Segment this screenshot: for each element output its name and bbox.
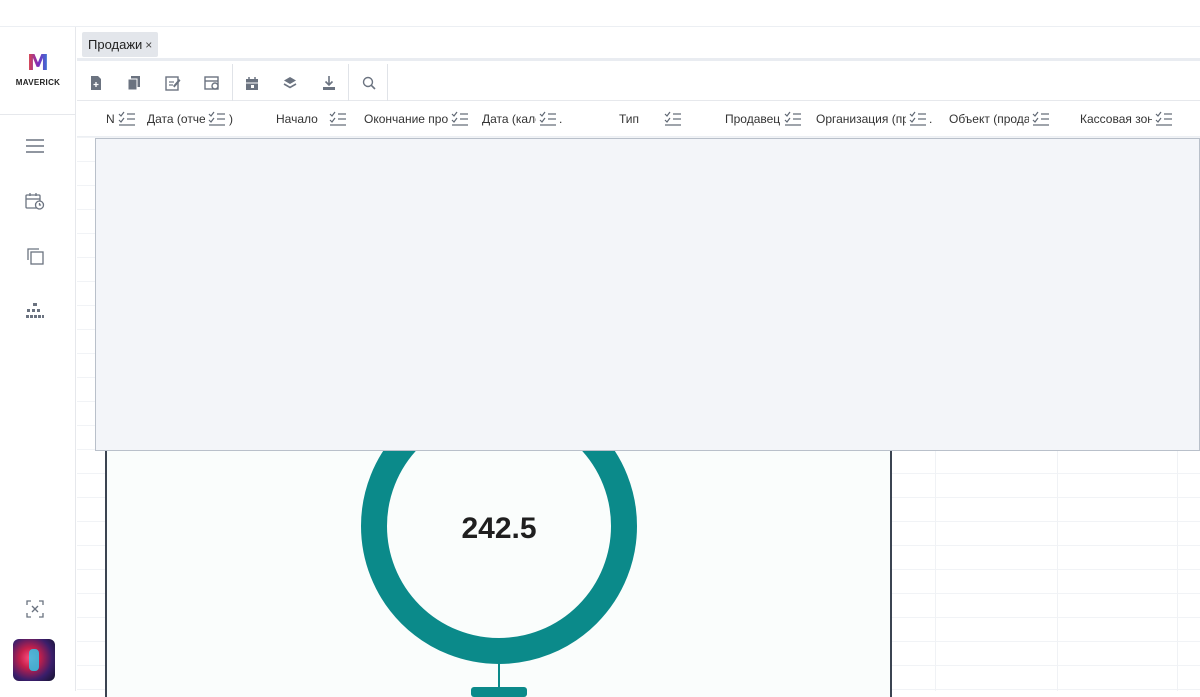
filter-icon[interactable] [208, 111, 226, 127]
search-icon[interactable] [358, 72, 380, 94]
edit-document-icon[interactable] [162, 72, 184, 94]
sidebar: M MAVERICK [0, 27, 76, 691]
calendar-icon[interactable] [241, 72, 263, 94]
column-header-organization[interactable]: Организация (пр . [816, 101, 932, 137]
filter-icon[interactable] [784, 111, 802, 127]
top-bar [0, 0, 1200, 27]
column-label: Продавец [725, 112, 781, 126]
column-suffix: ) [229, 112, 233, 126]
column-header-report-date[interactable]: Дата (отче ) [147, 101, 233, 137]
column-label: Начало [276, 112, 318, 126]
download-icon[interactable] [318, 72, 340, 94]
filter-icon[interactable] [1032, 111, 1050, 127]
filter-icon[interactable] [1155, 111, 1173, 127]
document-settings-icon[interactable] [201, 72, 223, 94]
toolbar [77, 64, 1200, 101]
logo-text: MAVERICK [15, 78, 61, 87]
column-suffix: . [929, 112, 933, 126]
layers-icon[interactable] [279, 72, 301, 94]
column-header-seller[interactable]: Продавец [725, 101, 802, 137]
main-area: Продажи × N Дата (отче) Начало Окончани… [77, 27, 1200, 697]
logo-mark: M [27, 51, 49, 76]
column-label: Дата (отче [147, 112, 205, 126]
exit-fullscreen-icon[interactable] [24, 598, 46, 620]
toolbar-divider [232, 64, 233, 101]
column-label: N [106, 112, 115, 126]
menu-icon[interactable] [24, 135, 46, 157]
column-label: Объект (прода [949, 112, 1029, 126]
column-label: Тип [619, 112, 640, 126]
tab-label: Продажи [88, 37, 143, 52]
gauge-foot [471, 687, 527, 697]
copy-document-icon[interactable] [123, 72, 145, 94]
filter-icon[interactable] [539, 111, 557, 127]
toolbar-divider [348, 64, 349, 101]
table-header: N Дата (отче ) Начало Окончание прод Дат… [77, 101, 1200, 137]
app-logo[interactable]: M MAVERICK [0, 27, 76, 115]
column-header-type[interactable]: Тип [619, 101, 682, 137]
toolbar-divider [387, 64, 388, 101]
copy-windows-icon[interactable] [24, 245, 46, 267]
column-label: Окончание прод [364, 112, 448, 126]
column-header-start[interactable]: Начало [276, 101, 347, 137]
column-label: Дата (кале [482, 112, 536, 126]
filter-icon[interactable] [664, 111, 682, 127]
tab-sales[interactable]: Продажи × [82, 32, 159, 57]
column-header-end[interactable]: Окончание прод [364, 101, 469, 137]
column-suffix: . [559, 112, 563, 126]
avatar[interactable] [13, 639, 55, 681]
new-document-icon[interactable] [85, 72, 107, 94]
calendar-clock-icon[interactable] [24, 190, 46, 212]
column-label: Организация (пр [816, 112, 906, 126]
column-header-object[interactable]: Объект (прода [949, 101, 1050, 137]
column-label: Кассовая зон [1080, 112, 1152, 126]
column-header-number[interactable]: N [106, 101, 136, 137]
column-header-calendar-date[interactable]: Дата (кале . [482, 101, 562, 137]
tab-bar: Продажи × [77, 27, 1200, 61]
gauge-value: 242.5 [461, 512, 536, 545]
close-icon[interactable]: × [145, 38, 152, 52]
selection-overlay [95, 138, 1200, 451]
filter-icon[interactable] [118, 111, 136, 127]
filter-icon[interactable] [451, 111, 469, 127]
hierarchy-icon[interactable] [24, 300, 46, 322]
column-header-cash-zone[interactable]: Кассовая зон [1080, 101, 1173, 137]
filter-icon[interactable] [329, 111, 347, 127]
filter-icon[interactable] [909, 111, 927, 127]
